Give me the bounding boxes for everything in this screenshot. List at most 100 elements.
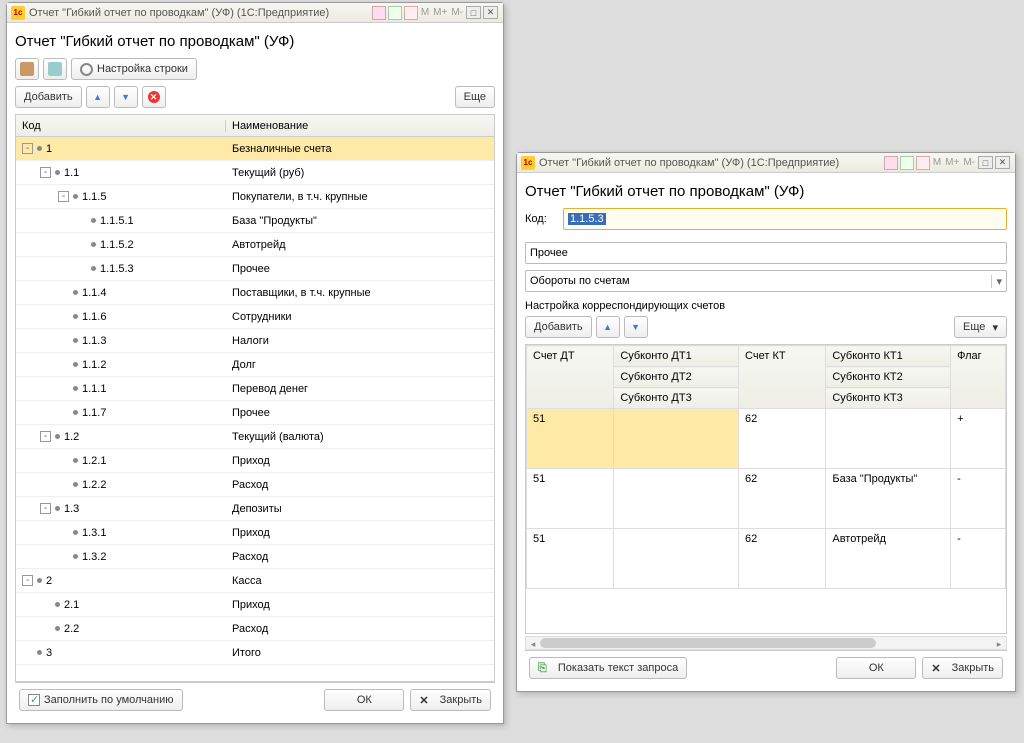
row-code: 1.1.5.1	[100, 215, 134, 227]
titlebar-2[interactable]: 1c Отчет "Гибкий отчет по проводкам" (УФ…	[517, 153, 1015, 173]
tree-row[interactable]: 1.1.5.2Автотрейд	[16, 233, 494, 257]
close-window-button[interactable]: ✕	[995, 156, 1010, 169]
mem-mplus[interactable]: M+	[433, 7, 447, 18]
ok-button[interactable]: ОК	[324, 689, 404, 711]
table-row[interactable]: 5162+	[527, 409, 1006, 469]
expander-icon[interactable]: -	[40, 503, 51, 514]
row-settings-button[interactable]: Настройка строки	[71, 58, 197, 80]
col-sdt1[interactable]: Субконто ДТ1	[614, 346, 739, 367]
scroll-right-icon[interactable]: ▸	[992, 637, 1006, 651]
tree-table[interactable]: Код Наименование -1Безналичные счета-1.1…	[15, 114, 495, 682]
col-kt[interactable]: Счет КТ	[739, 346, 826, 409]
config-button-1[interactable]	[15, 58, 39, 80]
tree-row[interactable]: 1.1.6Сотрудники	[16, 305, 494, 329]
tree-row[interactable]: 1.2.1Приход	[16, 449, 494, 473]
tree-row[interactable]: -1Безналичные счета	[16, 137, 494, 161]
tree-row[interactable]: 1.3.1Приход	[16, 521, 494, 545]
tree-row[interactable]: 3Итого	[16, 641, 494, 665]
node-icon	[73, 290, 78, 295]
scroll-left-icon[interactable]: ◂	[526, 637, 540, 651]
accounts-table[interactable]: Счет ДТ Субконто ДТ1 Счет КТ Субконто КТ…	[525, 344, 1007, 634]
tree-row[interactable]: 1.1.5.1База "Продукты"	[16, 209, 494, 233]
calendar-icon[interactable]	[916, 156, 930, 170]
node-icon	[73, 410, 78, 415]
row-code: 1.1	[64, 167, 79, 179]
close-button[interactable]: Закрыть	[922, 657, 1003, 679]
delete-button[interactable]: ✕	[142, 86, 166, 108]
ok-button[interactable]: ОК	[836, 657, 916, 679]
node-icon	[55, 626, 60, 631]
row-code: 2	[46, 575, 52, 587]
col-flag[interactable]: Флаг	[951, 346, 1006, 409]
col-skt3[interactable]: Субконто КТ3	[826, 388, 951, 409]
titlebar-1[interactable]: 1c Отчет "Гибкий отчет по проводкам" (УФ…	[7, 3, 503, 23]
row-code: 2.2	[64, 623, 79, 635]
tree-row[interactable]: 1.1.4 Поставщики, в т.ч. крупные	[16, 281, 494, 305]
maximize-button[interactable]: □	[466, 6, 481, 19]
tree-row[interactable]: -1.1.5Покупатели, в т.ч. крупные	[16, 185, 494, 209]
more-button[interactable]: Еще ▾	[954, 316, 1007, 338]
move-up-button[interactable]	[596, 316, 620, 338]
row-name: Долг	[226, 359, 494, 371]
mem-mminus[interactable]: M-	[451, 7, 463, 18]
move-up-button[interactable]	[86, 86, 110, 108]
tree-row[interactable]: -2Касса	[16, 569, 494, 593]
config-button-2[interactable]	[43, 58, 67, 80]
add-button[interactable]: Добавить	[525, 316, 592, 338]
horizontal-scrollbar[interactable]: ◂ ▸	[525, 636, 1007, 650]
col-skt2[interactable]: Субконто КТ2	[826, 367, 951, 388]
tree-row[interactable]: 1.1.5.3Прочее	[16, 257, 494, 281]
col-sdt3[interactable]: Субконто ДТ3	[614, 388, 739, 409]
add-button[interactable]: Добавить	[15, 86, 82, 108]
calendar-icon[interactable]	[404, 6, 418, 20]
tree-row[interactable]: 2.1Приход	[16, 593, 494, 617]
type-combo[interactable]: Обороты по счетам ▾	[525, 270, 1007, 292]
tree-row[interactable]: 2.2Расход	[16, 617, 494, 641]
tree-row[interactable]: -1.3Депозиты	[16, 497, 494, 521]
move-down-button[interactable]	[114, 86, 138, 108]
expander-icon[interactable]: -	[58, 191, 69, 202]
tree-row[interactable]: 1.1.2Долг	[16, 353, 494, 377]
print-icon[interactable]	[372, 6, 386, 20]
node-icon	[37, 650, 42, 655]
print-icon[interactable]	[884, 156, 898, 170]
calc-icon[interactable]	[900, 156, 914, 170]
tree-row[interactable]: -1.2Текущий (валюта)	[16, 425, 494, 449]
col-code-header[interactable]: Код	[16, 120, 226, 132]
mem-mminus[interactable]: M-	[963, 157, 975, 168]
maximize-button[interactable]: □	[978, 156, 993, 169]
col-skt1[interactable]: Субконто КТ1	[826, 346, 951, 367]
expander-icon[interactable]: -	[40, 167, 51, 178]
expander-icon[interactable]: -	[22, 575, 33, 586]
expander-icon[interactable]: -	[40, 431, 51, 442]
row-name: Поставщики, в т.ч. крупные	[226, 287, 494, 299]
tree-row[interactable]: 1.3.2Расход	[16, 545, 494, 569]
table-row[interactable]: 5162Автотрейд-	[527, 529, 1006, 589]
show-query-button[interactable]: ⎘ Показать текст запроса	[529, 657, 687, 679]
row-code: 1.1.4	[82, 287, 106, 299]
window-title: Отчет "Гибкий отчет по проводкам" (УФ) (…	[29, 7, 329, 19]
tree-row[interactable]: 1.1.7Прочее	[16, 401, 494, 425]
close-button[interactable]: Закрыть	[410, 689, 491, 711]
expander-icon[interactable]: -	[22, 143, 33, 154]
tree-row[interactable]: 1.1.3Налоги	[16, 329, 494, 353]
mem-mplus[interactable]: M+	[945, 157, 959, 168]
name-input[interactable]	[525, 242, 1007, 264]
calc-icon[interactable]	[388, 6, 402, 20]
mem-m[interactable]: M	[933, 157, 941, 168]
col-dt[interactable]: Счет ДТ	[527, 346, 614, 409]
fill-default-button[interactable]: Заполнить по умолчанию	[19, 689, 183, 711]
tree-row[interactable]: -1.1Текущий (руб)	[16, 161, 494, 185]
tree-row[interactable]: 1.2.2Расход	[16, 473, 494, 497]
close-window-button[interactable]: ✕	[483, 6, 498, 19]
col-name-header[interactable]: Наименование	[226, 120, 494, 132]
row-name: Итого	[226, 647, 494, 659]
more-button[interactable]: Еще	[455, 86, 495, 108]
tree-row[interactable]: 1.1.1Перевод денег	[16, 377, 494, 401]
code-input[interactable]: 1.1.5.3	[563, 208, 1007, 230]
move-down-button[interactable]	[624, 316, 648, 338]
col-sdt2[interactable]: Субконто ДТ2	[614, 367, 739, 388]
scroll-thumb[interactable]	[540, 638, 876, 648]
table-row[interactable]: 5162База "Продукты"-	[527, 469, 1006, 529]
mem-m[interactable]: M	[421, 7, 429, 18]
